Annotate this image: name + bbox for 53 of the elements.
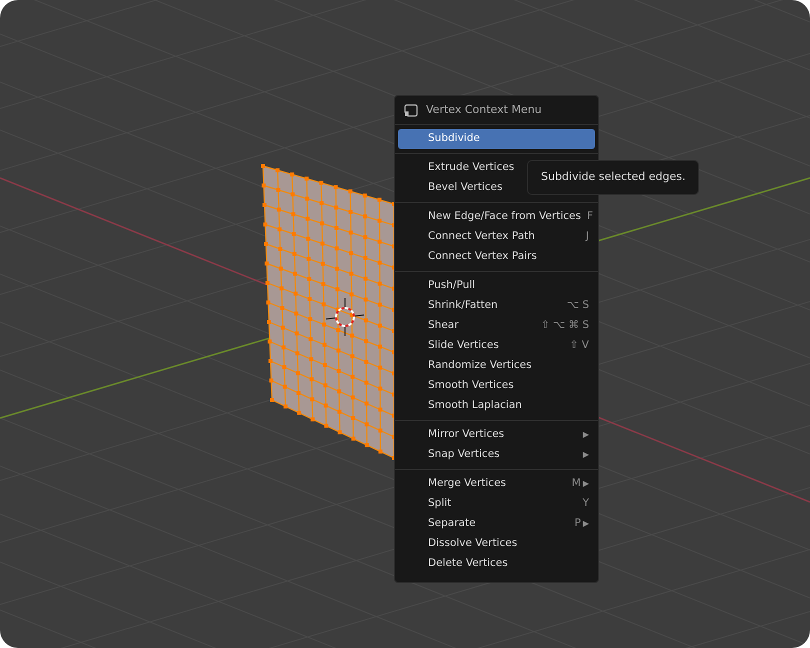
cursor-3d-icon — [326, 298, 364, 336]
menu-item-label: Connect Vertex Path — [428, 229, 536, 244]
menu-item[interactable]: New Edge/Face from Vertices F — [398, 207, 595, 227]
menu-item[interactable]: Subdivide — [398, 129, 595, 149]
menu-item[interactable]: Connect Vertex Pairs — [398, 247, 595, 267]
menu-item[interactable]: Mirror Vertices ▶ — [398, 425, 595, 445]
menu-item[interactable]: Smooth Vertices — [398, 376, 595, 396]
shortcut-label: J — [586, 229, 589, 244]
menu-item[interactable]: Split Y — [398, 494, 595, 514]
menu-item[interactable]: Connect Vertex Path J — [398, 227, 595, 247]
menu-item[interactable]: Dissolve Vertices — [398, 534, 595, 554]
shortcut-label: ⌥ S — [566, 298, 589, 314]
menu-item[interactable]: Delete Vertices — [398, 554, 595, 574]
menu-item-label: Merge Vertices — [428, 476, 507, 492]
shortcut-label: F — [586, 209, 593, 224]
menu-item[interactable]: Smooth Laplacian — [398, 396, 595, 416]
menu-item-label: Push/Pull — [428, 278, 476, 294]
menu-item-label: Split — [428, 496, 452, 512]
shortcut-label: P — [574, 516, 581, 532]
menu-item-label: Dissolve Vertices — [428, 536, 518, 552]
shortcut-label: ⇧ ⌥ ⌘ S — [540, 318, 589, 334]
menu-item-label: New Edge/Face from Vertices — [428, 209, 582, 224]
menu-item-label: Delete Vertices — [428, 556, 509, 572]
menu-item[interactable]: Slide Vertices ⇧ V — [398, 336, 595, 356]
submenu-arrow: ▶ — [582, 429, 589, 441]
shortcut-label: Y — [582, 496, 589, 512]
menu-title: Vertex Context Menu — [426, 102, 542, 118]
menu-item-label: Shrink/Fatten — [428, 298, 499, 314]
menu-item-label: Randomize Vertices — [428, 358, 533, 374]
menu-item-label: Shear — [428, 318, 460, 334]
shortcut-label: M — [572, 476, 581, 492]
menu-item-label: Smooth Vertices — [428, 378, 515, 394]
menu-item-label: Slide Vertices — [428, 338, 500, 354]
menu-item[interactable]: Snap Vertices ▶ — [398, 445, 595, 465]
menu-item-label: Connect Vertex Pairs — [428, 249, 538, 264]
menu-item[interactable]: Shrink/Fatten ⌥ S — [398, 296, 595, 316]
shortcut-label: ⇧ V — [570, 338, 589, 354]
menu-item[interactable]: Merge Vertices M ▶ — [398, 474, 595, 494]
menu-item[interactable]: Shear ⇧ ⌥ ⌘ S — [398, 316, 595, 336]
menu-item-label: Bevel Vertices — [428, 180, 504, 196]
tooltip: Subdivide selected edges. — [527, 160, 700, 194]
menu-item-label: Snap Vertices — [428, 447, 501, 462]
vertex-select-icon — [404, 104, 418, 116]
submenu-arrow: ▶ — [582, 518, 589, 530]
menu-item[interactable]: Randomize Vertices — [398, 356, 595, 376]
menu-item-label: Smooth Laplacian — [428, 398, 523, 414]
menu-item-label: Separate — [428, 516, 477, 532]
submenu-arrow: ▶ — [582, 449, 589, 461]
submenu-arrow: ▶ — [582, 478, 589, 490]
menu-item-label: Subdivide — [428, 131, 481, 146]
menu-item[interactable]: Push/Pull — [398, 276, 595, 296]
menu-item-label: Mirror Vertices — [428, 427, 506, 442]
menu-item[interactable]: Separate P ▶ — [398, 514, 595, 534]
